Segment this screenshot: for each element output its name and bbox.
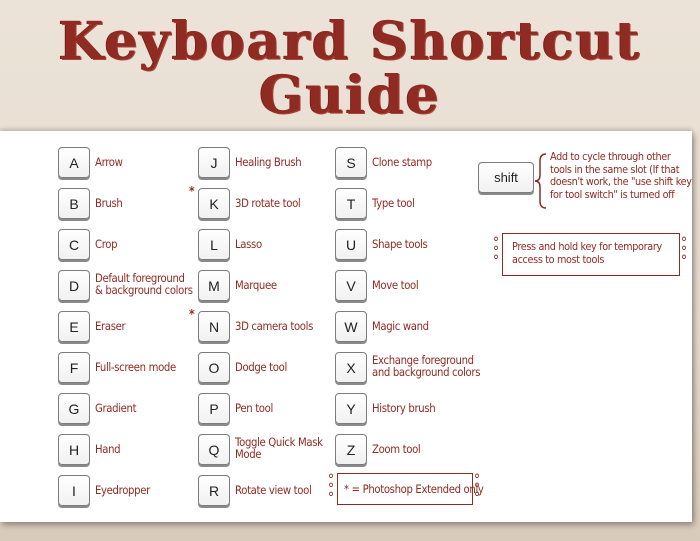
- shortcut-label: Move tool: [372, 277, 419, 292]
- shortcut-label: 3D camera tools: [235, 320, 313, 332]
- shortcut-label-line: History brush: [372, 400, 436, 415]
- shortcut-label-line: Arrow: [95, 154, 123, 169]
- shortcut-label: Full-screen mode: [95, 361, 176, 373]
- shortcut-label: Default foreground & background colors: [95, 272, 193, 296]
- hold-note: Press and hold key for temporary access …: [512, 240, 662, 266]
- key-s[interactable]: S: [335, 147, 367, 178]
- key-f[interactable]: F: [58, 352, 90, 383]
- shortcut-label-line: Gradient: [95, 400, 137, 415]
- page-title-line2: Guide: [259, 65, 441, 126]
- shortcut-label-line: Full-screen mode: [95, 359, 176, 374]
- shortcut-label: Hand: [95, 441, 121, 456]
- shortcut-label: 3D rotate tool: [235, 195, 301, 210]
- key-j[interactable]: J: [198, 147, 230, 178]
- shortcut-label: Marquee: [235, 279, 277, 291]
- key-d[interactable]: D: [58, 270, 90, 301]
- shortcut-label-line: Crop: [95, 236, 118, 251]
- shortcut-label-line: Zoom tool: [372, 441, 421, 456]
- shortcut-label-line: Lasso: [235, 236, 262, 251]
- shortcut-label: Brush: [95, 195, 123, 210]
- key-o[interactable]: O: [198, 352, 230, 383]
- extended-note: * = Photoshop Extended only: [344, 482, 484, 496]
- hold-note-line: access to most tools: [512, 252, 605, 266]
- shift-note-line: Add to cycle through other: [550, 150, 671, 163]
- shortcut-label: Exchange foreground and background colors: [372, 354, 480, 378]
- shift-note: Add to cycle through other tools in the …: [550, 150, 692, 201]
- shortcut-label: Shape tools: [372, 236, 428, 251]
- shortcut-label: Rotate view tool: [235, 482, 312, 497]
- shortcut-label: Eraser: [95, 318, 126, 333]
- key-w[interactable]: W: [335, 311, 367, 342]
- shortcut-label-line: Magic wand: [372, 318, 429, 333]
- shift-note-line: doesn't work, the "use shift key: [550, 175, 692, 188]
- key-t[interactable]: T: [335, 188, 367, 219]
- flourish-icon: ° ° °: [680, 235, 688, 269]
- shortcut-label: Zoom tool: [372, 441, 421, 456]
- shortcut-card: A Arrow B Brush C Crop D Default foreground & ba…: [0, 131, 692, 522]
- key-p[interactable]: P: [198, 393, 230, 424]
- shift-key[interactable]: shift: [478, 162, 534, 193]
- key-h[interactable]: H: [58, 434, 90, 465]
- shortcut-label-line: Mode: [235, 447, 262, 461]
- shortcut-label-line: 3D rotate tool: [235, 195, 301, 210]
- shift-note-line: for tool switch" is turned off: [550, 187, 675, 201]
- key-x[interactable]: X: [335, 352, 367, 383]
- shortcut-label: Pen tool: [235, 402, 273, 414]
- key-n[interactable]: N: [198, 311, 230, 342]
- shortcut-label: Lasso: [235, 238, 262, 250]
- key-v[interactable]: V: [335, 270, 367, 301]
- shortcut-label: Healing Brush: [235, 154, 302, 169]
- key-c[interactable]: C: [58, 229, 90, 260]
- shortcut-label: Eyedropper: [95, 484, 150, 496]
- shortcut-label-line: Rotate view tool: [235, 482, 312, 497]
- shortcut-label-line: & background colors: [95, 283, 193, 297]
- shortcut-label: Clone stamp: [372, 156, 432, 168]
- extended-marker: *: [189, 307, 195, 321]
- shortcut-label-line: Type tool: [372, 195, 415, 210]
- shortcut-label-line: Healing Brush: [235, 154, 302, 169]
- hold-note-line: Press and hold key for temporary: [512, 240, 662, 253]
- flourish-icon: ° ° °: [492, 235, 500, 269]
- extended-marker: *: [189, 184, 195, 198]
- shortcut-label-line: 3D camera tools: [235, 318, 314, 333]
- key-z[interactable]: Z: [335, 434, 367, 465]
- shortcut-label-line: Eyedropper: [95, 482, 150, 497]
- shortcut-label-line: Eraser: [95, 318, 126, 333]
- shortcut-label-line: Hand: [95, 441, 121, 456]
- key-l[interactable]: L: [198, 229, 230, 260]
- shortcut-label-line: Move tool: [372, 277, 419, 292]
- key-k[interactable]: K: [198, 188, 230, 219]
- shortcut-label: Dodge tool: [235, 361, 287, 373]
- key-y[interactable]: Y: [335, 393, 367, 424]
- page-title: Keyboard Shortcut: [58, 11, 642, 72]
- key-g[interactable]: G: [58, 393, 90, 424]
- shortcut-label-line: Pen tool: [235, 400, 273, 415]
- key-r[interactable]: R: [198, 475, 230, 506]
- key-u[interactable]: U: [335, 229, 367, 260]
- key-q[interactable]: Q: [198, 434, 230, 465]
- key-b[interactable]: B: [58, 188, 90, 219]
- key-i[interactable]: I: [58, 475, 90, 506]
- shortcut-label-line: and background colors: [372, 365, 481, 379]
- shortcut-label: Gradient: [95, 400, 137, 415]
- key-m[interactable]: M: [198, 270, 230, 301]
- shortcut-label: Type tool: [372, 195, 415, 210]
- shortcut-label: Arrow: [95, 156, 123, 168]
- key-a[interactable]: A: [58, 147, 90, 178]
- key-e[interactable]: E: [58, 311, 90, 342]
- shortcut-label: History brush: [372, 400, 436, 415]
- shortcut-label: Toggle Quick Mask Mode: [235, 436, 323, 460]
- shortcut-label: Magic wand: [372, 320, 429, 332]
- flourish-icon: ° ° °: [327, 472, 335, 506]
- shortcut-label-line: Shape tools: [372, 236, 428, 251]
- shortcut-label: Crop: [95, 236, 118, 251]
- brace-icon: [534, 153, 547, 209]
- shortcut-label-line: Brush: [95, 195, 123, 210]
- shortcut-label-line: Clone stamp: [372, 154, 432, 169]
- shortcut-label-line: Marquee: [235, 277, 277, 292]
- shortcut-label-line: Dodge tool: [235, 359, 287, 374]
